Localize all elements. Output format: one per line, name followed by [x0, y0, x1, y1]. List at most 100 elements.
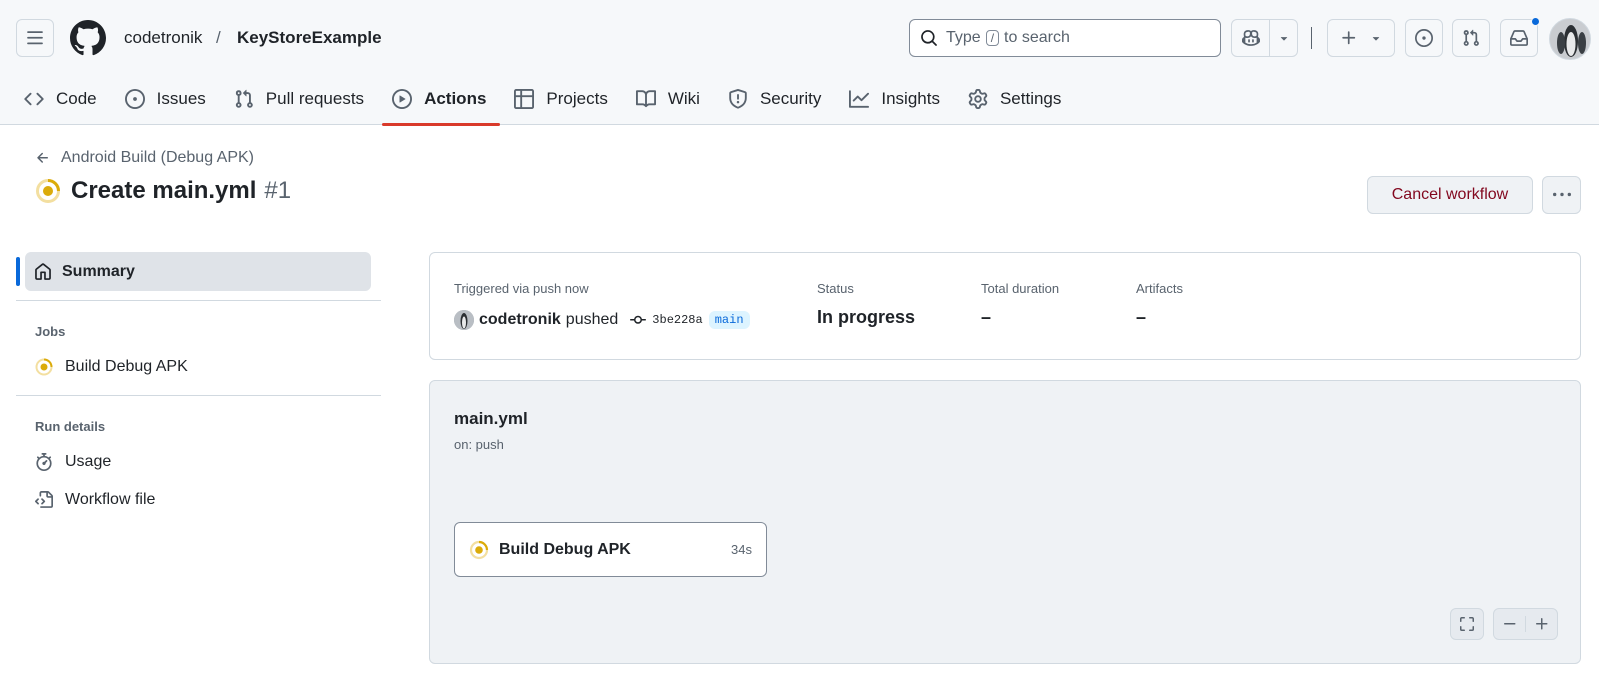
sidebar-item-workflow-file[interactable]: Workflow file — [35, 491, 155, 509]
actor-link[interactable]: codetronik — [479, 311, 561, 329]
shield-icon — [729, 89, 747, 109]
table-icon — [514, 89, 535, 109]
actor-avatar[interactable] — [454, 310, 474, 330]
screen-full-icon — [1460, 617, 1474, 631]
total-duration-label: Total duration — [981, 281, 1060, 296]
github-logo-icon[interactable] — [70, 20, 106, 56]
tab-projects-label: Projects — [546, 89, 608, 108]
sidebar-jobs-heading: Jobs — [35, 324, 66, 339]
search-placeholder-prefix: Type — [946, 29, 981, 46]
tab-code[interactable]: Code — [24, 80, 109, 118]
kebab-horizontal-icon — [1552, 192, 1571, 197]
total-duration-value: – — [981, 307, 992, 327]
dash-icon — [1503, 623, 1515, 625]
tab-actions-label: Actions — [424, 89, 487, 108]
tab-code-label: Code — [56, 89, 97, 108]
create-new-button[interactable] — [1327, 19, 1395, 57]
zoom-in-button[interactable] — [1525, 616, 1557, 632]
your-issues-button[interactable] — [1405, 19, 1443, 57]
issue-icon — [124, 89, 145, 109]
trigger-details: codetronik pushed 3be228a main — [454, 310, 750, 330]
tab-settings-label: Settings — [999, 89, 1062, 108]
zoom-controls — [1493, 608, 1558, 640]
tab-projects[interactable]: Projects — [514, 80, 619, 118]
hamburger-icon — [27, 31, 43, 45]
plus-icon — [1535, 618, 1547, 630]
stopwatch-icon — [36, 453, 52, 471]
copilot-dropdown-button[interactable] — [1270, 20, 1297, 56]
job-node[interactable]: Build Debug APK 34s — [454, 522, 767, 577]
breadcrumb-owner-link[interactable]: codetronik — [124, 27, 202, 49]
sidebar-divider — [16, 395, 381, 396]
run-summary-card: Triggered via push now codetronik pushed… — [429, 252, 1581, 360]
back-link-label: Android Build (Debug APK) — [61, 149, 254, 166]
sidebar-job-label: Build Debug APK — [65, 358, 188, 375]
search-icon — [921, 30, 937, 46]
trigger-label: Triggered via push now — [454, 281, 589, 296]
inbox-icon — [1510, 30, 1528, 46]
page-title: Create main.yml #1 — [35, 177, 291, 205]
git-commit-icon — [630, 315, 647, 324]
run-number: #1 — [264, 177, 292, 204]
tab-security[interactable]: Security — [728, 80, 833, 118]
sidebar-item-usage[interactable]: Usage — [35, 453, 111, 471]
run-title: Create main.yml — [71, 177, 257, 204]
sidebar-item-job[interactable]: Build Debug APK — [35, 358, 188, 376]
tab-pull-requests[interactable]: Pull requests — [234, 80, 376, 118]
more-options-button[interactable] — [1542, 176, 1581, 214]
back-to-workflow-link[interactable]: Android Build (Debug APK) — [35, 149, 254, 167]
breadcrumb-separator: / — [216, 28, 221, 47]
play-icon — [392, 89, 413, 109]
user-avatar[interactable] — [1549, 18, 1591, 60]
status-label: Status — [817, 281, 854, 296]
copilot-icon — [1241, 30, 1260, 46]
gear-icon — [968, 89, 988, 109]
sidebar-item-summary[interactable]: Summary — [25, 252, 371, 291]
search-input[interactable]: Type / to search — [909, 19, 1221, 57]
fullscreen-button[interactable] — [1450, 608, 1484, 640]
job-node-name: Build Debug APK — [499, 540, 631, 558]
in-progress-icon — [35, 358, 53, 376]
job-node-duration: 34s — [731, 542, 752, 557]
tab-actions[interactable]: Actions — [382, 80, 501, 126]
code-icon — [24, 92, 44, 106]
workflow-file-name: main.yml — [454, 409, 528, 428]
zoom-out-button[interactable] — [1494, 616, 1525, 632]
issue-opened-icon — [1415, 29, 1433, 47]
sidebar-summary-label: Summary — [62, 262, 135, 280]
tab-pull-requests-label: Pull requests — [265, 89, 365, 108]
tab-settings[interactable]: Settings — [968, 80, 1073, 118]
trigger-action: pushed — [565, 311, 619, 328]
branch-badge[interactable]: main — [708, 311, 750, 329]
triangle-down-icon — [1280, 37, 1287, 41]
workflow-trigger: on: push — [454, 437, 504, 452]
triangle-down-icon — [1372, 37, 1379, 41]
search-placeholder-suffix: to search — [1004, 29, 1070, 46]
file-code-icon — [35, 491, 53, 508]
artifacts-label: Artifacts — [1136, 281, 1183, 296]
unread-notification-dot — [1531, 17, 1540, 26]
in-progress-icon — [36, 179, 60, 203]
repo-nav-tabs: Code Issues Pull requests Actions Projec… — [24, 80, 1089, 126]
search-shortcut-key: / — [985, 30, 1000, 46]
search-placeholder: Type / to search — [946, 29, 1070, 47]
in-progress-icon — [469, 540, 489, 559]
tab-wiki[interactable]: Wiki — [635, 80, 712, 118]
tab-issues[interactable]: Issues — [124, 80, 218, 118]
copilot-button[interactable] — [1232, 20, 1270, 56]
cancel-workflow-button[interactable]: Cancel workflow — [1367, 176, 1533, 214]
pull-request-icon — [235, 89, 253, 108]
tab-wiki-label: Wiki — [667, 89, 700, 108]
your-pull-requests-button[interactable] — [1452, 19, 1490, 57]
tab-insights[interactable]: Insights — [849, 80, 952, 118]
status-value: In progress — [817, 307, 916, 327]
commit-sha-link[interactable]: 3be228a — [652, 313, 702, 327]
copilot-button-group — [1231, 19, 1298, 57]
sidebar-run-details-heading: Run details — [35, 419, 106, 434]
hamburger-menu-button[interactable] — [16, 19, 54, 57]
home-icon — [35, 262, 51, 280]
sidebar-divider — [16, 300, 381, 301]
global-header: codetronik / KeyStoreExample Type / to s… — [0, 0, 1599, 126]
breadcrumb-repo-link[interactable]: KeyStoreExample — [237, 27, 382, 49]
artifacts-value: – — [1136, 307, 1147, 327]
